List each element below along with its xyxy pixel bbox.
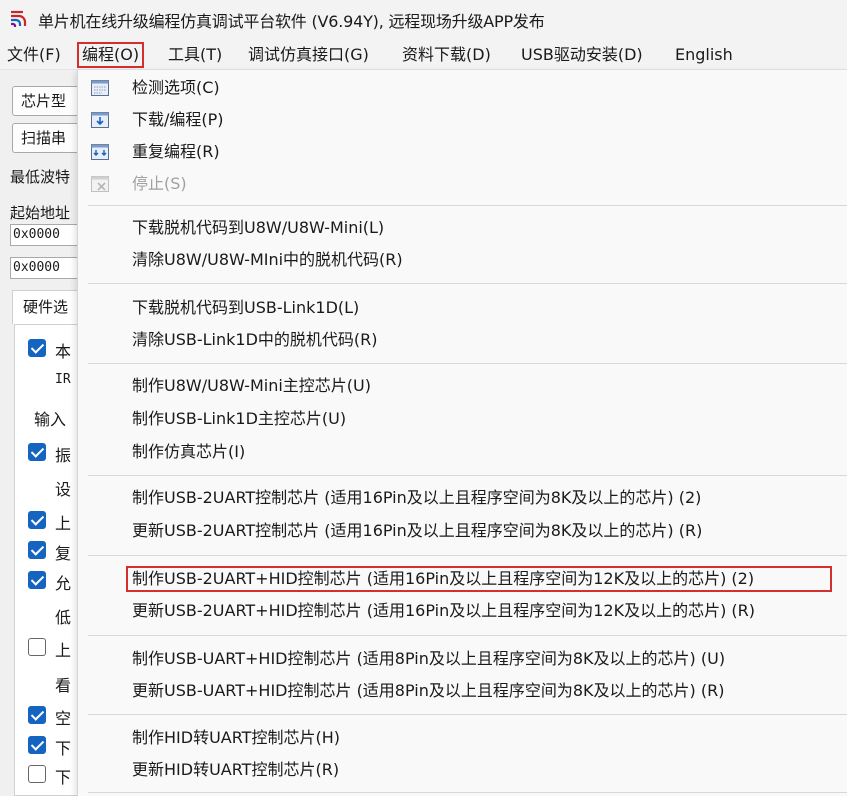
menu-item-label: 制作USB-2UART+HID控制芯片 (适用16Pin及以上且程序空间为12K… <box>132 569 755 588</box>
menu-english[interactable]: English <box>670 42 738 68</box>
stop-icon <box>91 176 109 192</box>
menu-tools[interactable]: 工具(T) <box>163 42 227 68</box>
menu-program[interactable]: 编程(O) <box>77 42 145 68</box>
menu-item-label: 制作USB-2UART控制芯片 (适用16Pin及以上且程序空间为8K及以上的芯… <box>132 488 702 507</box>
option-label: 复 <box>55 544 72 563</box>
menu-separator <box>88 714 847 715</box>
menu-item-download-offline-u8w[interactable]: 下载脱机代码到U8W/U8W-Mini(L) <box>78 213 847 243</box>
option-checkbox[interactable] <box>28 765 46 783</box>
menu-item-label: 制作U8W/U8W-Mini主控芯片(U) <box>132 376 371 395</box>
menu-separator <box>88 555 847 556</box>
repeat-program-icon <box>91 144 109 160</box>
download-program-icon <box>91 112 109 128</box>
option-checkbox[interactable] <box>28 706 46 724</box>
menu-item-detect-options[interactable]: 检测选项(C) <box>78 73 847 103</box>
menu-item-clear-offline-u8w[interactable]: 清除U8W/U8W-MIni中的脱机代码(R) <box>78 245 847 275</box>
menu-item-label: 停止(S) <box>132 174 187 193</box>
option-label: 看 <box>55 676 72 695</box>
title-bar: 单片机在线升级编程仿真调试平台软件 (V6.94Y), 远程现场升级APP发布 <box>0 0 847 38</box>
option-label: 允 <box>55 574 72 593</box>
menu-item-stop[interactable]: 停止(S) <box>78 169 847 199</box>
menu-item-label: 制作仿真芯片(I) <box>132 442 246 461</box>
menu-separator <box>88 475 847 476</box>
menu-item-label: 更新USB-2UART控制芯片 (适用16Pin及以上且程序空间为8K及以上的芯… <box>132 521 703 540</box>
detect-options-icon <box>91 80 109 96</box>
menu-item-label: 下载/编程(P) <box>132 110 224 129</box>
menu-item-label: 清除U8W/U8W-MIni中的脱机代码(R) <box>132 250 403 269</box>
start-address-label: 起始地址 <box>10 204 71 222</box>
menu-item-label: 制作USB-UART+HID控制芯片 (适用8Pin及以上且程序空间为8K及以上… <box>132 649 726 668</box>
menu-item-label: 检测选项(C) <box>132 78 220 97</box>
option-label: 振 <box>55 446 72 465</box>
menu-bar: 文件(F) 编程(O) 工具(T) 调试仿真接口(G) 资料下载(D) USB驱… <box>0 38 847 70</box>
option-checkbox[interactable] <box>28 736 46 754</box>
menu-item-make-hid-uart[interactable]: 制作HID转UART控制芯片(H) <box>78 723 847 753</box>
menu-usb-driver[interactable]: USB驱动安装(D) <box>516 42 648 68</box>
menu-item-clear-offline-link1d[interactable]: 清除USB-Link1D中的脱机代码(R) <box>78 325 847 355</box>
menu-item-update-usb-2uart-hid[interactable]: 更新USB-2UART+HID控制芯片 (适用16Pin及以上且程序空间为12K… <box>78 596 847 626</box>
menu-separator <box>88 792 847 793</box>
menu-item-make-usb-2uart-hid[interactable]: 制作USB-2UART+HID控制芯片 (适用16Pin及以上且程序空间为12K… <box>78 564 847 594</box>
menu-item-download-offline-link1d[interactable]: 下载脱机代码到USB-Link1D(L) <box>78 293 847 323</box>
menu-item-make-u8w-chip[interactable]: 制作U8W/U8W-Mini主控芯片(U) <box>78 371 847 401</box>
menu-file[interactable]: 文件(F) <box>2 42 66 68</box>
menu-separator <box>88 635 847 636</box>
option-label: 空 <box>55 709 72 728</box>
menu-item-label: 下载脱机代码到USB-Link1D(L) <box>132 298 360 317</box>
option-label: 上 <box>55 641 72 660</box>
option-checkbox[interactable] <box>28 638 46 656</box>
window-title: 单片机在线升级编程仿真调试平台软件 (V6.94Y), 远程现场升级APP发布 <box>38 12 545 31</box>
app-logo-icon <box>11 10 27 27</box>
menu-separator <box>88 205 847 206</box>
option-checkbox[interactable] <box>28 443 46 461</box>
option-label: 设 <box>55 480 72 499</box>
option-label: 上 <box>55 514 72 533</box>
option-label: 下 <box>55 768 72 787</box>
menu-item-update-hid-uart[interactable]: 更新HID转UART控制芯片(R) <box>78 755 847 785</box>
option-label: IR <box>55 372 71 387</box>
option-checkbox[interactable] <box>28 571 46 589</box>
menu-item-label: 制作USB-Link1D主控芯片(U) <box>132 409 347 428</box>
menu-item-label: 下载脱机代码到U8W/U8W-Mini(L) <box>132 218 385 237</box>
menu-item-make-usb-uart-hid[interactable]: 制作USB-UART+HID控制芯片 (适用8Pin及以上且程序空间为8K及以上… <box>78 644 847 674</box>
option-checkbox[interactable] <box>28 541 46 559</box>
menu-item-label: 重复编程(R) <box>132 142 220 161</box>
menu-item-label: 制作HID转UART控制芯片(H) <box>132 728 340 747</box>
program-menu-dropdown: 检测选项(C) 下载/编程(P) 重复编程(R) 停止(S) 下载脱机代码到U8… <box>77 70 847 796</box>
option-label: 本 <box>55 342 72 361</box>
menu-item-label: 清除USB-Link1D中的脱机代码(R) <box>132 330 378 349</box>
menu-item-make-usb-2uart[interactable]: 制作USB-2UART控制芯片 (适用16Pin及以上且程序空间为8K及以上的芯… <box>78 483 847 513</box>
menu-item-repeat-program[interactable]: 重复编程(R) <box>78 137 847 167</box>
option-label: 输入 <box>34 410 67 429</box>
menu-debug-interface[interactable]: 调试仿真接口(G) <box>243 42 374 68</box>
menu-separator <box>88 283 847 284</box>
option-label: 下 <box>55 739 72 758</box>
menu-downloads[interactable]: 资料下载(D) <box>397 42 496 68</box>
menu-item-label: 更新USB-2UART+HID控制芯片 (适用16Pin及以上且程序空间为12K… <box>132 601 756 620</box>
menu-separator <box>88 363 847 364</box>
menu-item-update-usb-uart-hid[interactable]: 更新USB-UART+HID控制芯片 (适用8Pin及以上且程序空间为8K及以上… <box>78 676 847 706</box>
menu-item-label: 更新HID转UART控制芯片(R) <box>132 760 340 779</box>
menu-item-download-program[interactable]: 下载/编程(P) <box>78 105 847 135</box>
menu-item-update-usb-2uart[interactable]: 更新USB-2UART控制芯片 (适用16Pin及以上且程序空间为8K及以上的芯… <box>78 516 847 546</box>
option-checkbox[interactable] <box>28 339 46 357</box>
option-label: 低 <box>55 608 72 627</box>
min-baud-label: 最低波特 <box>10 168 71 186</box>
menu-item-make-emulator-chip[interactable]: 制作仿真芯片(I) <box>78 437 847 467</box>
menu-item-make-link1d-chip[interactable]: 制作USB-Link1D主控芯片(U) <box>78 404 847 434</box>
option-checkbox[interactable] <box>28 511 46 529</box>
menu-item-label: 更新USB-UART+HID控制芯片 (适用8Pin及以上且程序空间为8K及以上… <box>132 681 725 700</box>
